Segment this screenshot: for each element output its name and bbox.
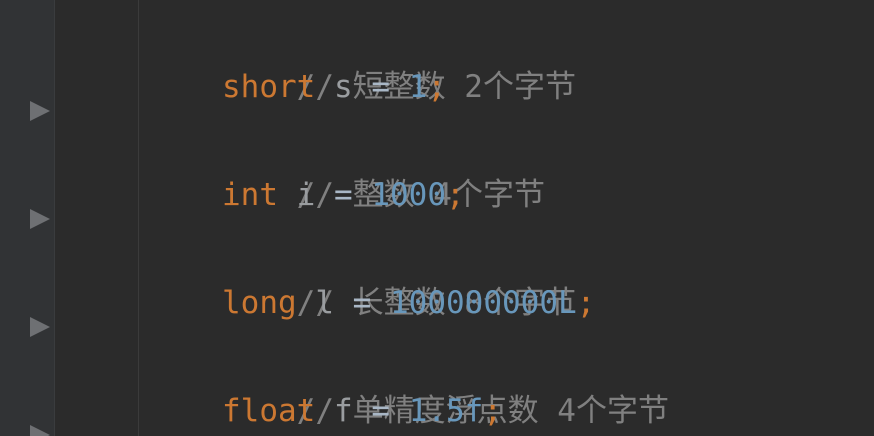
literal-value: 1	[408, 69, 428, 105]
code-line-declaration[interactable]: float f = 1.5f;	[222, 384, 502, 436]
assign-operator: =	[371, 393, 391, 429]
variable-name: i	[296, 177, 316, 213]
type-keyword: short	[222, 69, 316, 105]
assign-operator: =	[371, 69, 391, 105]
fold-arrow-icon[interactable]	[30, 101, 50, 121]
type-keyword: float	[222, 393, 316, 429]
type-keyword: long	[222, 285, 297, 321]
semicolon: ;	[483, 393, 503, 429]
literal-value: 100000000L	[390, 285, 577, 321]
semicolon: ;	[576, 285, 596, 321]
code-line-declaration[interactable]: int i = 1000;	[222, 168, 465, 222]
code-line-comment[interactable]: // 单精度浮点数 4个字节	[222, 330, 669, 429]
gutter-divider	[54, 0, 55, 436]
fold-arrow-icon[interactable]	[30, 317, 50, 337]
variable-name: l	[315, 285, 334, 321]
code-line-declaration[interactable]: long l = 100000000L;	[222, 276, 595, 330]
code-editor[interactable]: // 短整数 2个字节 short s = 1; // 整数 4个字节 int …	[0, 0, 874, 436]
variable-name: s	[334, 69, 353, 105]
literal-value: 1000	[371, 177, 447, 213]
code-line-declaration[interactable]: short s = 1;	[222, 60, 446, 114]
fold-arrow-icon[interactable]	[30, 209, 50, 229]
literal-value: 1.5f	[408, 393, 484, 429]
semicolon: ;	[446, 177, 465, 213]
type-keyword: int	[222, 177, 278, 213]
fold-arrow-icon[interactable]	[30, 425, 50, 436]
variable-name: f	[334, 393, 353, 429]
code-line-comment[interactable]: // 整数 4个字节	[222, 114, 545, 213]
code-line-comment[interactable]: // 短整数 2个字节	[222, 6, 576, 105]
indent-guide	[138, 0, 139, 436]
code-line-comment[interactable]: // 长整数 8个字节	[222, 222, 576, 321]
semicolon: ;	[427, 69, 447, 105]
assign-operator: =	[352, 285, 372, 321]
assign-operator: =	[334, 177, 353, 213]
